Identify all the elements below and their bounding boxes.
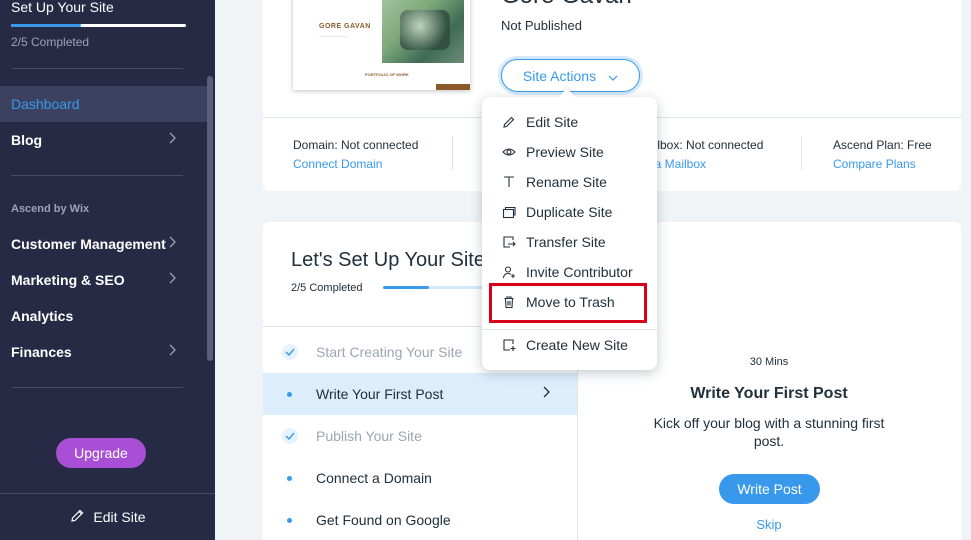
sidebar-item-label: Customer Management bbox=[11, 236, 166, 252]
info-separator bbox=[452, 136, 453, 170]
menu-item-label: Rename Site bbox=[526, 174, 607, 190]
setup-progress-fill bbox=[383, 286, 429, 289]
invite-user-icon bbox=[502, 265, 516, 279]
site-actions-label: Site Actions bbox=[522, 67, 597, 84]
sidebar-item-marketing-seo[interactable]: Marketing & SEO bbox=[0, 262, 207, 298]
site-thumbnail[interactable]: GORE GAVAN ——————— PORTFOLIO OF WORK bbox=[293, 0, 470, 90]
sidebar: Set Up Your Site 2/5 Completed Dashboard… bbox=[0, 0, 215, 540]
pencil-icon bbox=[69, 508, 85, 527]
info-separator bbox=[801, 136, 802, 170]
sidebar-setup-progress-fill bbox=[11, 24, 81, 27]
sidebar-divider bbox=[11, 68, 183, 69]
menu-item-label: Create New Site bbox=[526, 337, 628, 353]
task-write-first-post[interactable]: Write Your First Post bbox=[263, 373, 577, 415]
menu-item-label: Transfer Site bbox=[526, 234, 606, 250]
setup-completed: 2/5 Completed bbox=[291, 282, 363, 294]
upgrade-button[interactable]: Upgrade bbox=[56, 438, 146, 468]
setup-progress bbox=[383, 286, 498, 289]
bullet-icon bbox=[287, 517, 292, 523]
sidebar-divider bbox=[11, 387, 183, 388]
check-icon bbox=[281, 344, 298, 360]
sidebar-setup-progress bbox=[11, 24, 186, 27]
menu-item-label: Edit Site bbox=[526, 114, 579, 130]
sidebar-item-blog[interactable]: Blog bbox=[0, 122, 207, 158]
eye-icon bbox=[502, 145, 516, 159]
chevron-down-icon bbox=[608, 68, 618, 84]
task-get-found-google[interactable]: Get Found on Google bbox=[263, 499, 577, 540]
task-detail-description: Kick off your blog with a stunning first… bbox=[653, 415, 885, 449]
site-actions-button[interactable]: Site Actions bbox=[501, 59, 640, 92]
sidebar-item-label: Marketing & SEO bbox=[11, 272, 125, 288]
menu-item-create-new-site[interactable]: Create New Site bbox=[482, 330, 657, 360]
thumbnail-portfolio: PORTFOLIO OF WORK bbox=[365, 72, 409, 77]
plan-info: Ascend Plan: Free Compare Plans bbox=[833, 138, 932, 171]
sidebar-item-label: Analytics bbox=[11, 308, 74, 324]
get-mailbox-link[interactable]: t a Mailbox bbox=[648, 157, 763, 171]
edit-site-label: Edit Site bbox=[93, 509, 146, 525]
menu-item-label: Preview Site bbox=[526, 144, 604, 160]
task-label: Write Your First Post bbox=[316, 386, 444, 402]
sidebar-setup-title[interactable]: Set Up Your Site bbox=[11, 0, 114, 15]
thumbnail-photo bbox=[382, 0, 464, 63]
mailbox-status: ailbox: Not connected bbox=[648, 138, 764, 152]
new-site-icon bbox=[502, 338, 516, 352]
sidebar-item-label: Finances bbox=[11, 344, 72, 360]
sidebar-setup-completed: 2/5 Completed bbox=[11, 35, 90, 49]
sidebar-item-dashboard[interactable]: Dashboard bbox=[0, 86, 207, 122]
site-actions-menu: Edit Site Preview Site Rename Site Dupli… bbox=[482, 97, 657, 370]
chevron-right-icon bbox=[169, 272, 183, 286]
menu-item-duplicate-site[interactable]: Duplicate Site bbox=[482, 197, 657, 227]
menu-item-transfer-site[interactable]: Transfer Site bbox=[482, 227, 657, 257]
bullet-icon bbox=[287, 475, 292, 481]
sidebar-section-label: Ascend by Wix bbox=[11, 203, 90, 215]
domain-status: Domain: Not connected bbox=[293, 138, 419, 152]
sidebar-item-analytics[interactable]: Analytics bbox=[0, 298, 207, 334]
menu-item-edit-site[interactable]: Edit Site bbox=[482, 107, 657, 137]
task-publish-site[interactable]: Publish Your Site bbox=[263, 415, 577, 457]
text-icon bbox=[502, 175, 516, 189]
check-icon bbox=[281, 428, 298, 444]
sidebar-scrollbar[interactable] bbox=[207, 76, 213, 361]
chevron-right-icon bbox=[543, 386, 551, 401]
move-to-trash-highlight bbox=[489, 283, 647, 323]
transfer-icon bbox=[502, 235, 516, 249]
menu-item-preview-site[interactable]: Preview Site bbox=[482, 137, 657, 167]
plan-status: Ascend Plan: Free bbox=[833, 138, 932, 152]
sidebar-item-label: Dashboard bbox=[11, 96, 80, 112]
task-detail-title: Write Your First Post bbox=[690, 385, 848, 402]
menu-item-label: Invite Contributor bbox=[526, 264, 633, 280]
setup-title: Let's Set Up Your Site bbox=[291, 249, 485, 271]
thumbnail-footer-bar bbox=[436, 84, 470, 90]
sidebar-item-customer-management[interactable]: Customer Management bbox=[0, 226, 207, 262]
thumbnail-site-name: GORE GAVAN bbox=[319, 23, 371, 30]
menu-item-label: Duplicate Site bbox=[526, 204, 613, 220]
compare-plans-link[interactable]: Compare Plans bbox=[833, 157, 932, 171]
task-connect-domain[interactable]: Connect a Domain bbox=[263, 457, 577, 499]
task-label: Connect a Domain bbox=[316, 470, 432, 486]
sidebar-item-label: Blog bbox=[11, 132, 43, 148]
chevron-right-icon bbox=[169, 236, 183, 250]
task-label: Get Found on Google bbox=[316, 512, 451, 528]
write-post-button[interactable]: Write Post bbox=[719, 474, 820, 504]
bullet-icon bbox=[287, 391, 292, 397]
site-name: Gore Gavan bbox=[501, 0, 632, 10]
sidebar-divider bbox=[11, 175, 183, 176]
skip-link[interactable]: Skip bbox=[577, 517, 961, 532]
sidebar-edit-site-button[interactable]: Edit Site bbox=[0, 493, 215, 540]
domain-info: Domain: Not connected Connect Domain bbox=[293, 138, 418, 171]
menu-item-rename-site[interactable]: Rename Site bbox=[482, 167, 657, 197]
mailbox-info: ailbox: Not connected t a Mailbox bbox=[648, 138, 763, 171]
site-status: Not Published bbox=[501, 18, 582, 33]
chevron-right-icon bbox=[169, 132, 183, 146]
duplicate-icon bbox=[502, 205, 516, 219]
thumbnail-subtitle: ——————— bbox=[319, 33, 347, 38]
sidebar-item-finances[interactable]: Finances bbox=[0, 334, 207, 370]
connect-domain-link[interactable]: Connect Domain bbox=[293, 157, 418, 171]
task-label: Start Creating Your Site bbox=[316, 344, 463, 360]
chevron-right-icon bbox=[169, 344, 183, 358]
pencil-icon bbox=[502, 115, 516, 129]
task-label: Publish Your Site bbox=[316, 428, 422, 444]
